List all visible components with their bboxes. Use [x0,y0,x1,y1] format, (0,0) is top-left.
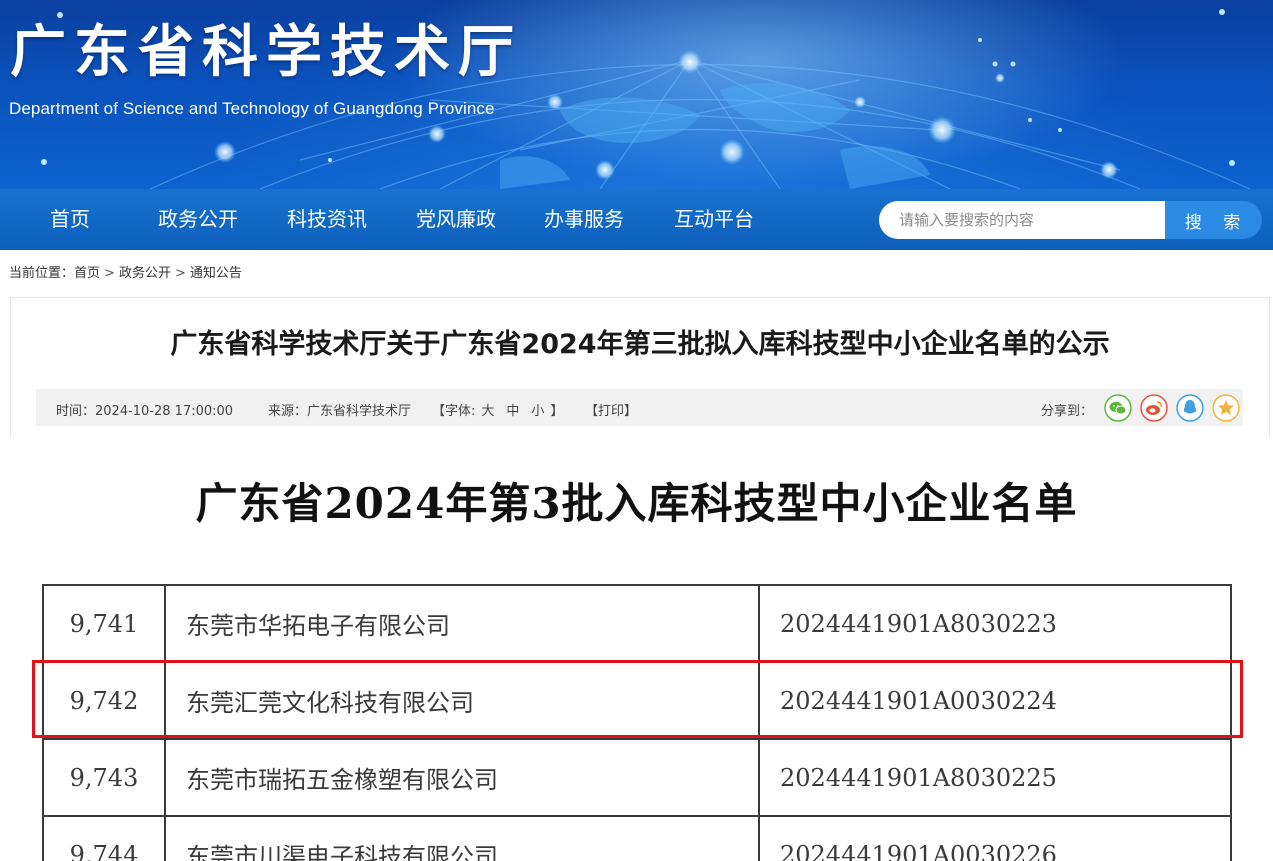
company-name: 东莞市瑞拓五金橡塑有限公司 [164,738,760,817]
company-name: 东莞市华拓电子有限公司 [164,584,760,663]
article-source: 来源：广东省科学技术厅 [268,404,412,419]
registration-code: 2024441901A8030223 [758,584,1232,663]
qzone-icon[interactable] [1212,394,1240,422]
font-size-small[interactable]: 小 [531,404,544,419]
row-number: 9,741 [42,584,166,663]
breadcrumb-home[interactable]: 首页 [74,262,100,281]
font-size-medium[interactable]: 中 [506,404,519,419]
table-row: 9,743 东莞市瑞拓五金橡塑有限公司 2024441901A8030225 [42,738,1232,817]
breadcrumb-notices[interactable]: 通知公告 [190,262,242,281]
breadcrumb-government-affairs[interactable]: 政务公开 [119,262,171,281]
row-number: 9,743 [42,738,166,817]
share-label: 分享到： [1041,404,1094,419]
nav-item-tech-news[interactable]: 科技资讯 [287,189,367,250]
font-size-close: 】 [550,404,564,419]
nav-item-party-integrity[interactable]: 党风廉政 [416,189,496,250]
registration-code: 2024441901A8030225 [758,738,1232,817]
weibo-icon[interactable] [1140,394,1168,422]
site-subtitle: Department of Science and Technology of … [9,99,495,118]
nav-item-interaction[interactable]: 互动平台 [674,189,754,250]
registration-code: 2024441901A0030226 [758,815,1232,861]
highlighted-row-box [32,660,1243,738]
qq-icon[interactable] [1176,394,1204,422]
company-name: 东莞市川渠电子科技有限公司 [164,815,760,861]
print-link[interactable]: 【打印】 [585,400,637,419]
document-heading: 广东省2024年第3批入库科技型中小企业名单 [195,479,1078,528]
font-size-label: 【字体: [432,404,476,419]
font-size-large[interactable]: 大 [481,404,494,419]
nav-item-government-affairs[interactable]: 政务公开 [158,189,238,250]
publish-time: 时间：2024-10-28 17:00:00 [56,404,234,419]
nav-item-home[interactable]: 首页 [50,189,90,250]
wechat-icon[interactable] [1104,394,1132,422]
site-title: 广东省科学技术厅 [10,20,522,85]
breadcrumb-label: 当前位置： [9,266,75,281]
breadcrumb: 当前位置：首页 > 政务公开 > 通知公告 [9,262,242,281]
search-button[interactable]: 搜 索 [1165,201,1262,239]
article-title: 广东省科学技术厅关于广东省2024年第三批拟入库科技型中小企业名单的公示 [170,329,1110,360]
table-row: 9,741 东莞市华拓电子有限公司 2024441901A8030223 [42,584,1232,663]
site-banner: 广东省科学技术厅 Department of Science and Techn… [0,0,1273,189]
table-row: 9,744 东莞市川渠电子科技有限公司 2024441901A0030226 [42,815,1232,861]
breadcrumb-separator: > [104,266,115,281]
font-size-controls: 【字体: 大中小】 [432,400,563,419]
breadcrumb-separator: > [174,266,186,281]
nav-item-services[interactable]: 办事服务 [544,189,624,250]
search-input[interactable] [879,201,1166,239]
row-number: 9,744 [42,815,166,861]
